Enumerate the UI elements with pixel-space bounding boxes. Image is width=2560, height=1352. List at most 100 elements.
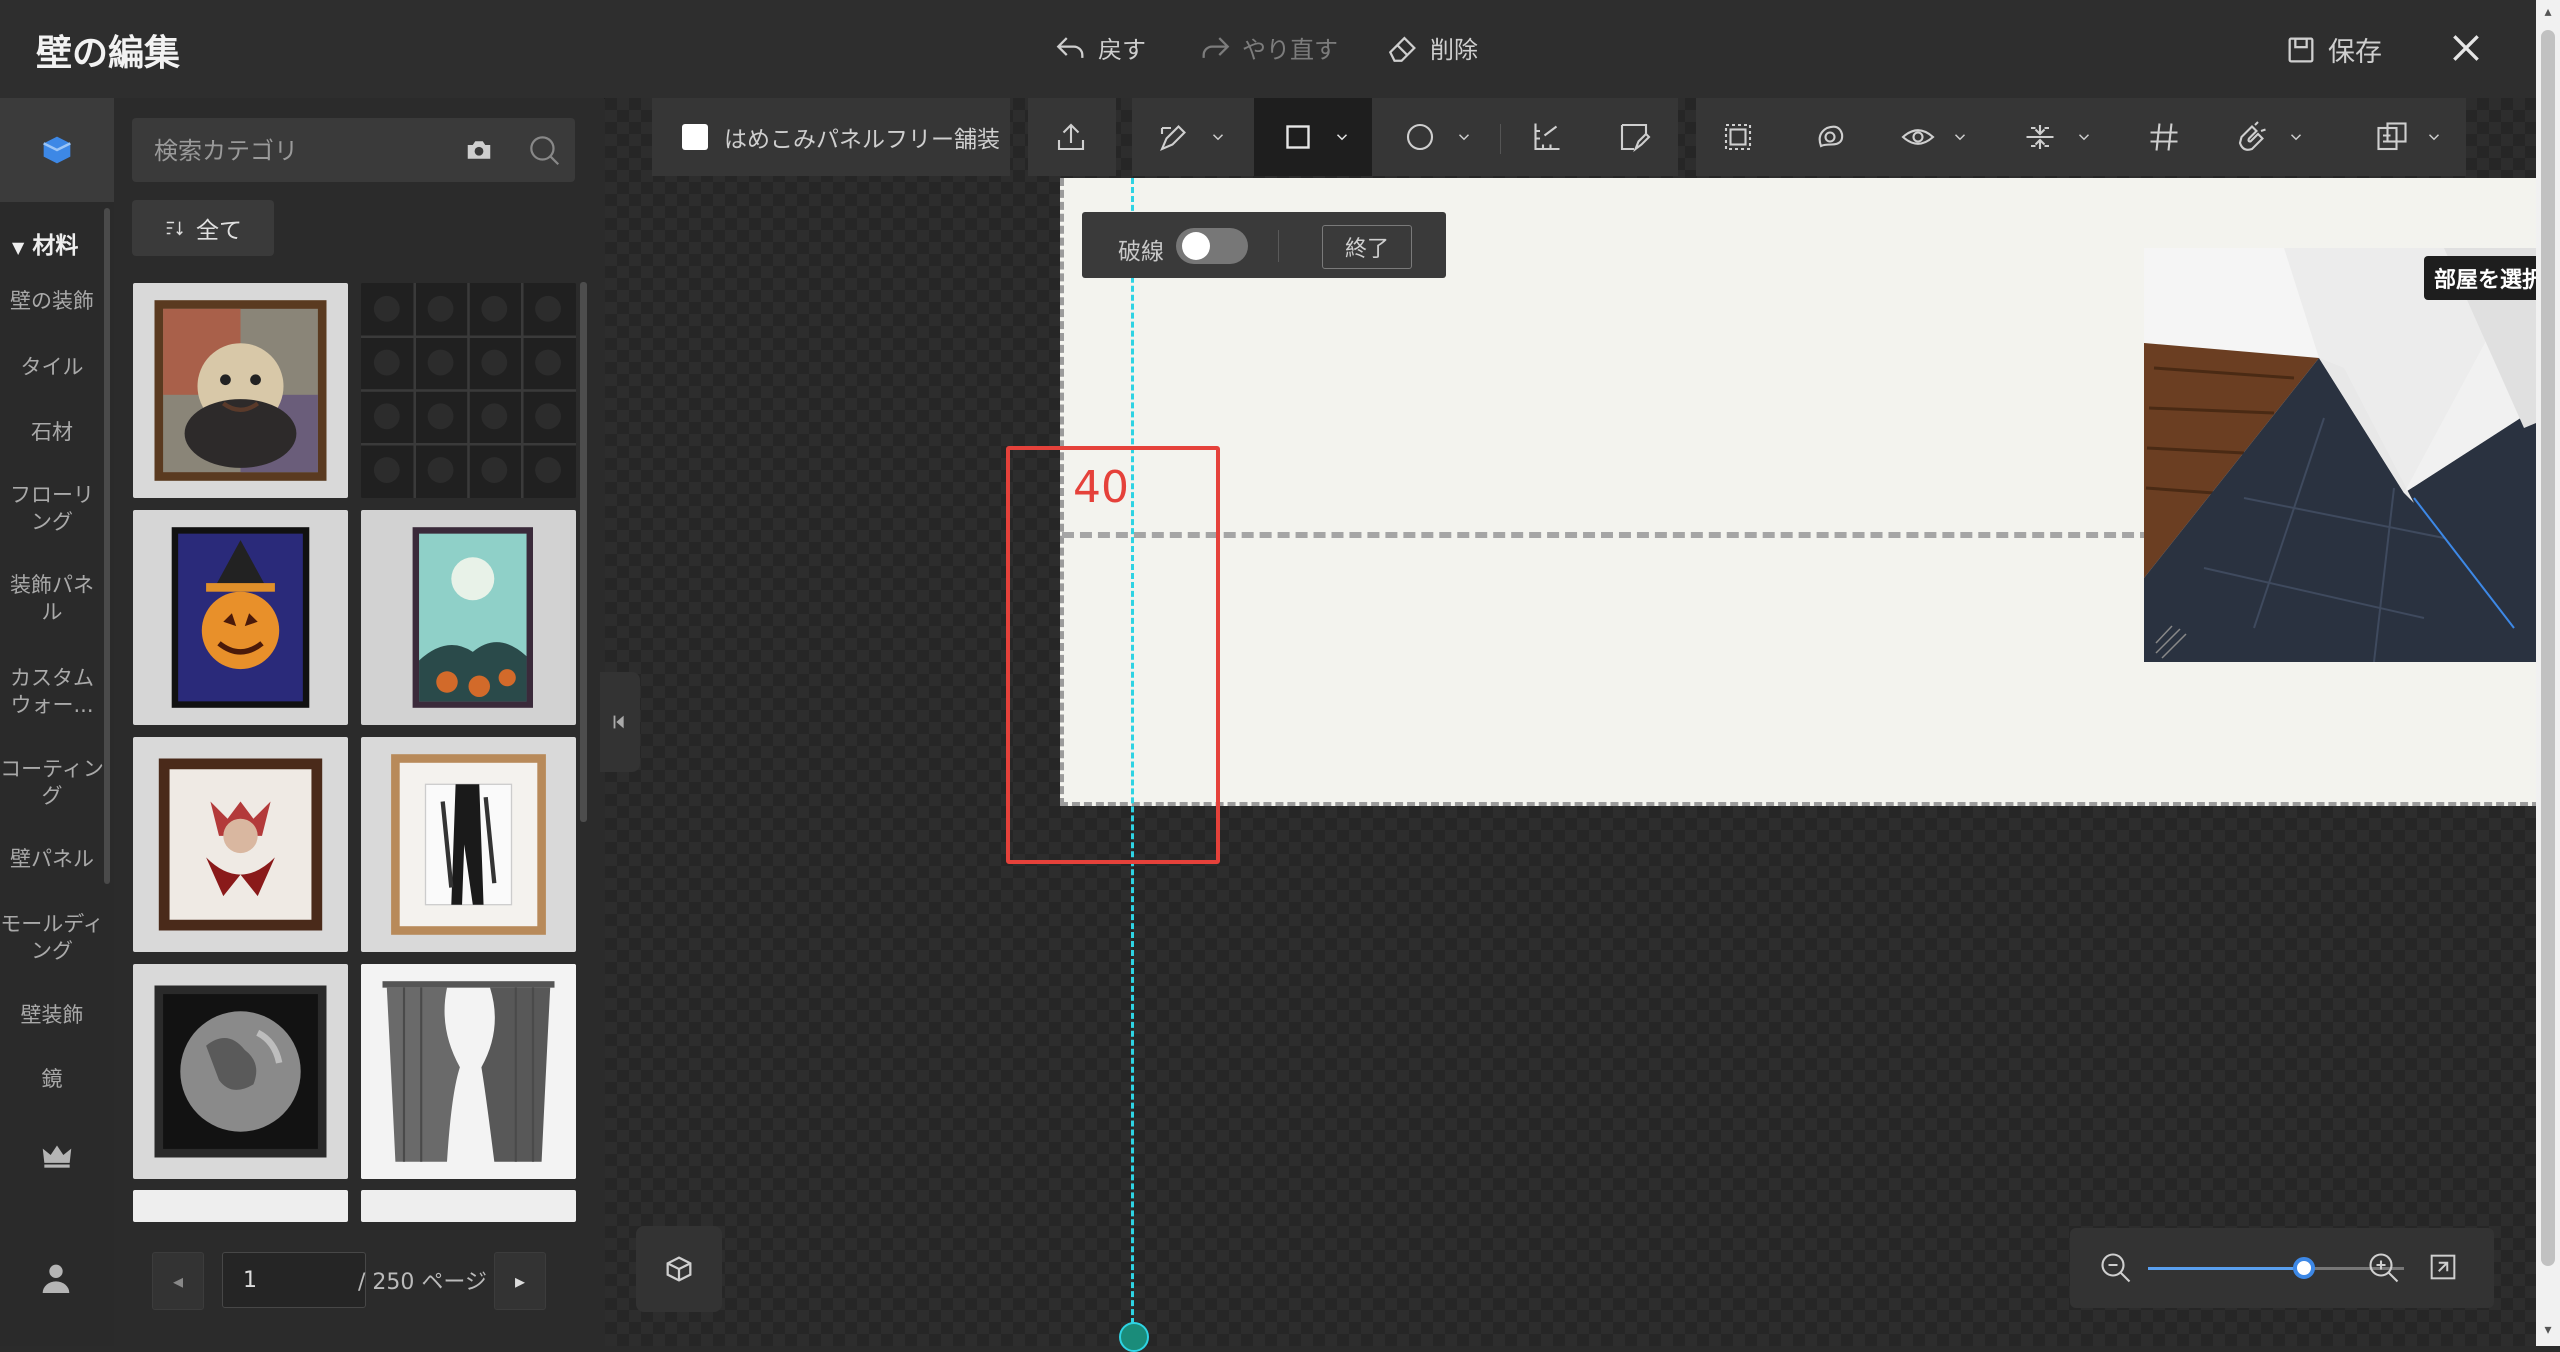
category-coating[interactable]: コーティング [0,756,104,810]
select-area-button[interactable] [1710,98,1766,176]
zoom-in-button[interactable] [2366,1250,2402,1286]
edit-area-button[interactable] [1606,98,1662,176]
halloween-night-painting-image [412,527,533,708]
category-flooring[interactable]: フローリング [0,482,104,536]
undo-label: 戻す [1098,36,1146,64]
prev-page-button[interactable]: ◂ [152,1252,204,1310]
page-scrollbar-thumb[interactable] [2541,30,2555,1266]
horizontal-dashed-line[interactable] [1062,532,2152,538]
pen-tool-icon [1160,125,1186,151]
delete-button[interactable]: 削除 [1386,30,1478,65]
material-thumb-portrait[interactable] [133,283,348,498]
upload-button[interactable] [1043,98,1099,176]
crown-icon [42,1145,72,1168]
align-dropdown[interactable] [2074,98,2094,176]
material-thumb-halloween-night[interactable] [361,510,576,725]
rail-scrollbar[interactable] [104,208,110,884]
room-preview[interactable] [2144,248,2536,662]
zoom-slider-knob[interactable] [2293,1257,2316,1279]
pen-tool-button[interactable] [1146,98,1202,176]
save-icon [2288,37,2314,62]
measure-tool-button[interactable] [1518,98,1574,176]
magnet-dropdown[interactable] [2286,98,2306,176]
paving-checkbox[interactable] [682,124,708,150]
zoom-slider-fill[interactable] [2148,1267,2305,1270]
pen-tool-dropdown[interactable] [1208,98,1228,176]
next-page-button[interactable]: ▸ [494,1252,546,1310]
zoom-out-button[interactable] [2098,1250,2134,1286]
chevron-right-icon: ▸ [514,1269,526,1293]
material-thumb-creature[interactable] [133,737,348,952]
layout-dropdown[interactable] [2424,98,2444,176]
view-3d-button[interactable] [636,1226,722,1312]
visibility-dropdown[interactable] [1950,98,1970,176]
material-thumb-pumpkin[interactable] [133,510,348,725]
layout-button[interactable] [2364,98,2420,176]
category-stone[interactable]: 石材 [0,419,104,446]
edit-area-icon [1620,123,1651,153]
scroll-down-icon[interactable]: ▾ [2541,1322,2555,1338]
room-select-button[interactable]: 部屋を選択 [2424,256,2546,300]
align-button[interactable] [2012,98,2068,176]
undo-button[interactable]: 戻す [1054,30,1146,65]
guide-line-handle[interactable] [1119,1322,1149,1352]
paving-label: はめこみパネルフリー舗装 [724,127,1000,153]
rectangle-tool-dropdown[interactable] [1332,98,1352,176]
redo-button[interactable]: やり直す [1198,30,1338,65]
section-title[interactable]: ▼ 材料 [12,226,78,260]
circle-tool-button[interactable] [1392,98,1448,176]
chevron-down-icon [2428,134,2440,141]
camera-icon[interactable] [464,135,494,165]
page-title: 壁の編集 [36,33,181,74]
fit-screen-button[interactable] [2426,1250,2462,1286]
circle-tool-dropdown[interactable] [1454,98,1474,176]
premium-button[interactable] [38,1136,76,1174]
save-button[interactable]: 保存 [2284,30,2382,69]
account-button[interactable] [36,1258,76,1298]
category-tile[interactable]: タイル [0,354,104,381]
category-wall-decor[interactable]: 壁の装飾 [0,288,104,315]
materials-box-icon [43,136,71,164]
grid-button[interactable] [2136,98,2192,176]
material-thumb-ink-tree[interactable] [361,737,576,952]
lasso-button[interactable] [1802,98,1858,176]
cube-icon [666,1256,692,1282]
redo-label: やり直す [1242,36,1338,64]
category-decor-panel[interactable]: 装飾パネル [0,572,104,626]
rectangle-tool-button[interactable] [1270,98,1326,176]
zoom-out-icon [2101,1253,2131,1283]
page-number-input[interactable] [222,1252,366,1308]
material-thumb-black-tile[interactable] [361,283,576,498]
material-thumb-partial-1[interactable] [133,1190,348,1222]
search-button[interactable] [512,118,575,182]
pumpkin-painting-image [171,527,310,708]
filter-all-button[interactable]: 全て [132,200,274,256]
dashed-toggle-knob[interactable] [1182,232,1210,260]
collapse-panel-button[interactable] [600,672,640,772]
panel-scrollbar[interactable] [580,282,587,822]
portrait-painting-image [154,300,327,481]
visibility-button[interactable] [1890,98,1946,176]
material-thumb-earth[interactable] [133,964,348,1179]
close-button[interactable] [2446,28,2486,68]
align-icon [2026,125,2054,149]
category-molding[interactable]: モールディング [0,911,104,965]
scroll-up-icon[interactable]: ▴ [2541,4,2555,20]
material-thumb-curtain[interactable] [361,964,576,1179]
close-icon [2453,35,2479,61]
category-mirror[interactable]: 鏡 [0,1066,104,1088]
materials-tab[interactable] [0,98,114,202]
magnet-button[interactable] [2224,98,2280,176]
search-input[interactable] [132,118,466,184]
undo-icon [1056,36,1084,58]
category-wall-panel[interactable]: 壁パネル [0,846,104,873]
category-wall-ornament[interactable]: 壁装飾 [0,1002,104,1029]
upload-icon [1057,123,1085,151]
end-button[interactable]: 終了 [1322,225,1412,269]
select-area-icon [1724,123,1752,151]
material-thumb-partial-2[interactable] [361,1190,576,1222]
category-custom-wall[interactable]: カスタムウォー... [0,665,104,719]
section-title-label: 材料 [32,233,79,259]
earth-painting-image [154,985,327,1158]
page-total: / 250 ページ [358,1270,487,1295]
